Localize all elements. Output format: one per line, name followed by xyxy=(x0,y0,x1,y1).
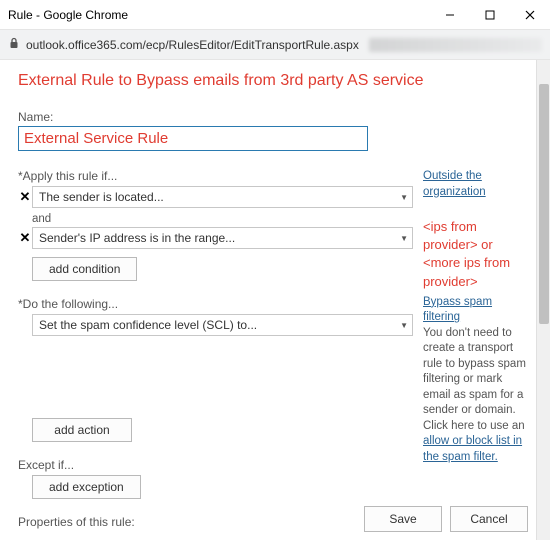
condition-dropdown-sender-located[interactable]: The sender is located... ▼ xyxy=(32,186,413,208)
chevron-down-icon: ▼ xyxy=(400,321,408,330)
url-blurred-tail xyxy=(369,38,542,52)
window-title: Rule - Google Chrome xyxy=(8,8,430,22)
condition-dropdown-ip-range[interactable]: Sender's IP address is in the range... ▼ xyxy=(32,227,413,249)
minimize-button[interactable] xyxy=(430,0,470,30)
apply-if-label: *Apply this rule if... xyxy=(18,169,413,183)
name-input[interactable] xyxy=(18,126,368,151)
ip-annotation: <ips from provider> or <more ips from pr… xyxy=(423,218,528,291)
add-action-button[interactable]: add action xyxy=(32,418,132,442)
maximize-button[interactable] xyxy=(470,0,510,30)
vertical-scrollbar[interactable] xyxy=(536,60,550,540)
action-dropdown-scl[interactable]: Set the spam confidence level (SCL) to..… xyxy=(32,314,413,336)
cancel-button[interactable]: Cancel xyxy=(450,506,528,532)
add-condition-button[interactable]: add condition xyxy=(32,257,137,281)
dialog-footer: Save Cancel xyxy=(364,506,528,532)
add-exception-button[interactable]: add exception xyxy=(32,475,141,499)
and-label: and xyxy=(18,212,413,227)
dropdown-text: Sender's IP address is in the range... xyxy=(39,231,400,245)
helper-text: You don't need to create a transport rul… xyxy=(423,327,526,432)
chevron-down-icon: ▼ xyxy=(400,234,408,243)
outside-organization-link[interactable]: Outside the organization xyxy=(423,169,528,200)
address-bar[interactable]: outlook.office365.com/ecp/RulesEditor/Ed… xyxy=(0,30,550,60)
chevron-down-icon: ▼ xyxy=(400,193,408,202)
scroll-thumb[interactable] xyxy=(539,84,549,324)
condition-row: ✕ Sender's IP address is in the range...… xyxy=(18,227,413,249)
dropdown-text: The sender is located... xyxy=(39,190,400,204)
except-if-label: Except if... xyxy=(18,458,413,472)
save-button[interactable]: Save xyxy=(364,506,442,532)
condition-row: ✕ The sender is located... ▼ xyxy=(18,186,413,208)
properties-label: Properties of this rule: xyxy=(18,515,413,529)
name-label: Name: xyxy=(18,110,528,124)
url-text: outlook.office365.com/ecp/RulesEditor/Ed… xyxy=(26,38,359,52)
action-row: Set the spam confidence level (SCL) to..… xyxy=(18,314,413,336)
window-titlebar: Rule - Google Chrome xyxy=(0,0,550,30)
dropdown-text: Set the spam confidence level (SCL) to..… xyxy=(39,318,400,332)
bypass-spam-link[interactable]: Bypass spam filtering xyxy=(423,295,528,326)
allow-block-link[interactable]: allow or block list in the spam filter. xyxy=(423,435,522,463)
do-following-label: *Do the following... xyxy=(18,297,413,311)
lock-icon xyxy=(8,37,20,52)
remove-condition-icon[interactable]: ✕ xyxy=(18,189,32,205)
remove-condition-icon[interactable]: ✕ xyxy=(18,230,32,246)
page-title: External Rule to Bypass emails from 3rd … xyxy=(18,72,528,90)
page-content: External Rule to Bypass emails from 3rd … xyxy=(0,60,536,540)
close-button[interactable] xyxy=(510,0,550,30)
